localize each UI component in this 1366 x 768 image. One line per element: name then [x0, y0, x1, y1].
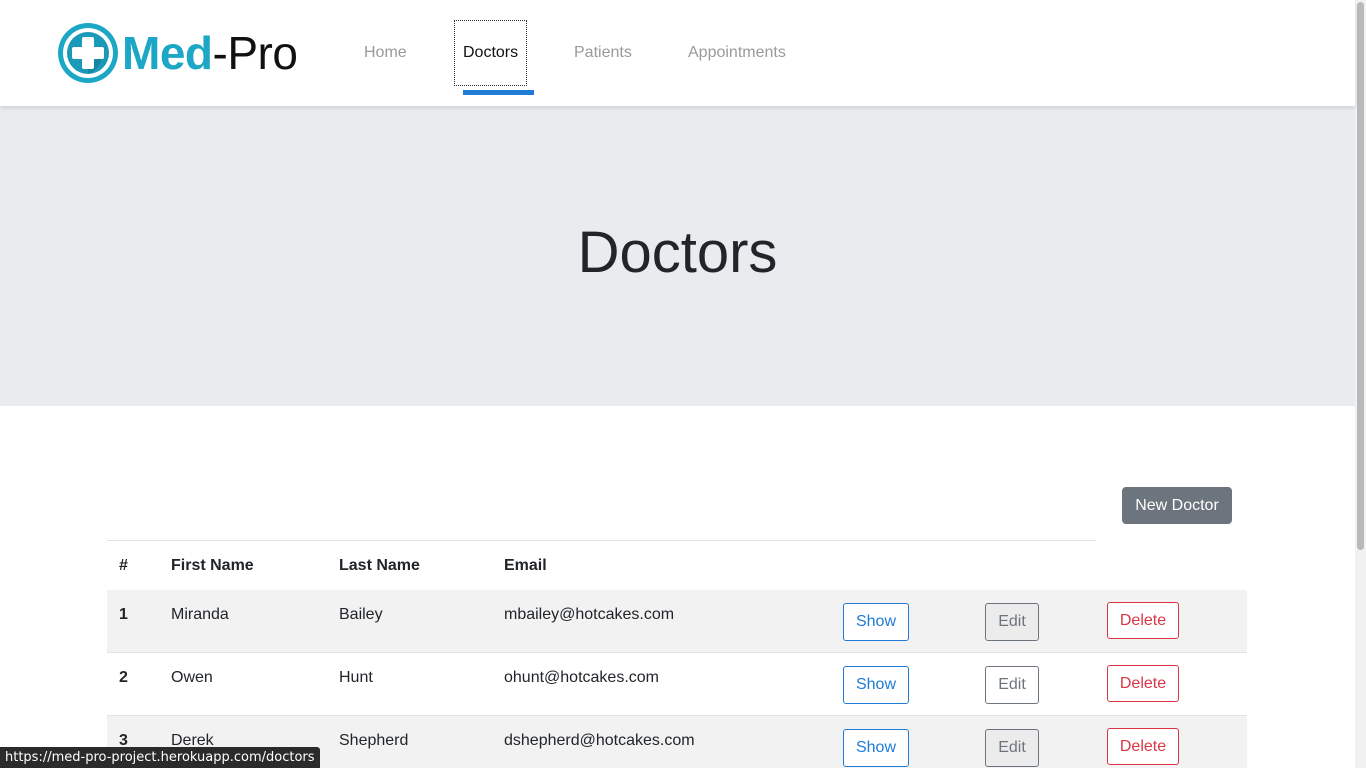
edit-button[interactable]: Edit	[985, 603, 1039, 641]
page-scrollbar-thumb[interactable]	[1357, 2, 1364, 550]
show-button[interactable]: Show	[843, 729, 909, 767]
table-row: 2 Owen Hunt ohunt@hotcakes.com Show Edit…	[107, 653, 1247, 716]
last-name-cell: Shepherd	[339, 732, 409, 749]
show-button[interactable]: Show	[843, 666, 909, 704]
last-name-cell: Hunt	[339, 669, 373, 686]
header-last-name: Last Name	[339, 557, 420, 574]
logo[interactable]: Med-Pro	[56, 20, 298, 86]
last-name-cell: Bailey	[339, 606, 383, 623]
email-cell: dshepherd@hotcakes.com	[504, 732, 695, 749]
row-number: 2	[119, 669, 128, 686]
page-title: Doctors	[577, 220, 778, 285]
nav-doctors[interactable]: Doctors	[463, 43, 518, 63]
nav-patients[interactable]: Patients	[574, 43, 632, 63]
header-number: #	[119, 557, 128, 574]
row-number: 1	[119, 606, 128, 623]
new-doctor-button[interactable]: New Doctor	[1122, 487, 1232, 524]
delete-button[interactable]: Delete	[1107, 728, 1179, 765]
first-name-cell: Miranda	[171, 606, 229, 623]
nav-appointments[interactable]: Appointments	[688, 43, 786, 63]
medical-cross-logo-icon	[58, 23, 118, 83]
logo-med-text: Med	[122, 27, 213, 79]
logo-wordmark: Med-Pro	[122, 27, 298, 79]
delete-button[interactable]: Delete	[1107, 602, 1179, 639]
hero-banner: Doctors	[0, 106, 1355, 406]
edit-button[interactable]: Edit	[985, 729, 1039, 767]
edit-button[interactable]: Edit	[985, 666, 1039, 704]
header-email: Email	[504, 557, 547, 574]
logo-pro-text: -Pro	[212, 27, 298, 79]
header-first-name: First Name	[171, 557, 254, 574]
table-row: 1 Miranda Bailey mbailey@hotcakes.com Sh…	[107, 590, 1247, 653]
email-cell: mbailey@hotcakes.com	[504, 606, 675, 623]
doctors-table: # First Name Last Name Email 1 Miranda B…	[107, 540, 1247, 768]
show-button[interactable]: Show	[843, 603, 909, 641]
email-cell: ohunt@hotcakes.com	[504, 669, 659, 686]
link-status-bar: https://med-pro-project.herokuapp.com/do…	[0, 747, 320, 768]
first-name-cell: Owen	[171, 669, 213, 686]
navbar: Med-Pro Home Doctors Patients Appointmen…	[0, 0, 1355, 106]
nav-home[interactable]: Home	[364, 43, 407, 63]
delete-button[interactable]: Delete	[1107, 665, 1179, 702]
nav-active-indicator	[463, 90, 534, 95]
table-header: # First Name Last Name Email	[107, 540, 1247, 592]
